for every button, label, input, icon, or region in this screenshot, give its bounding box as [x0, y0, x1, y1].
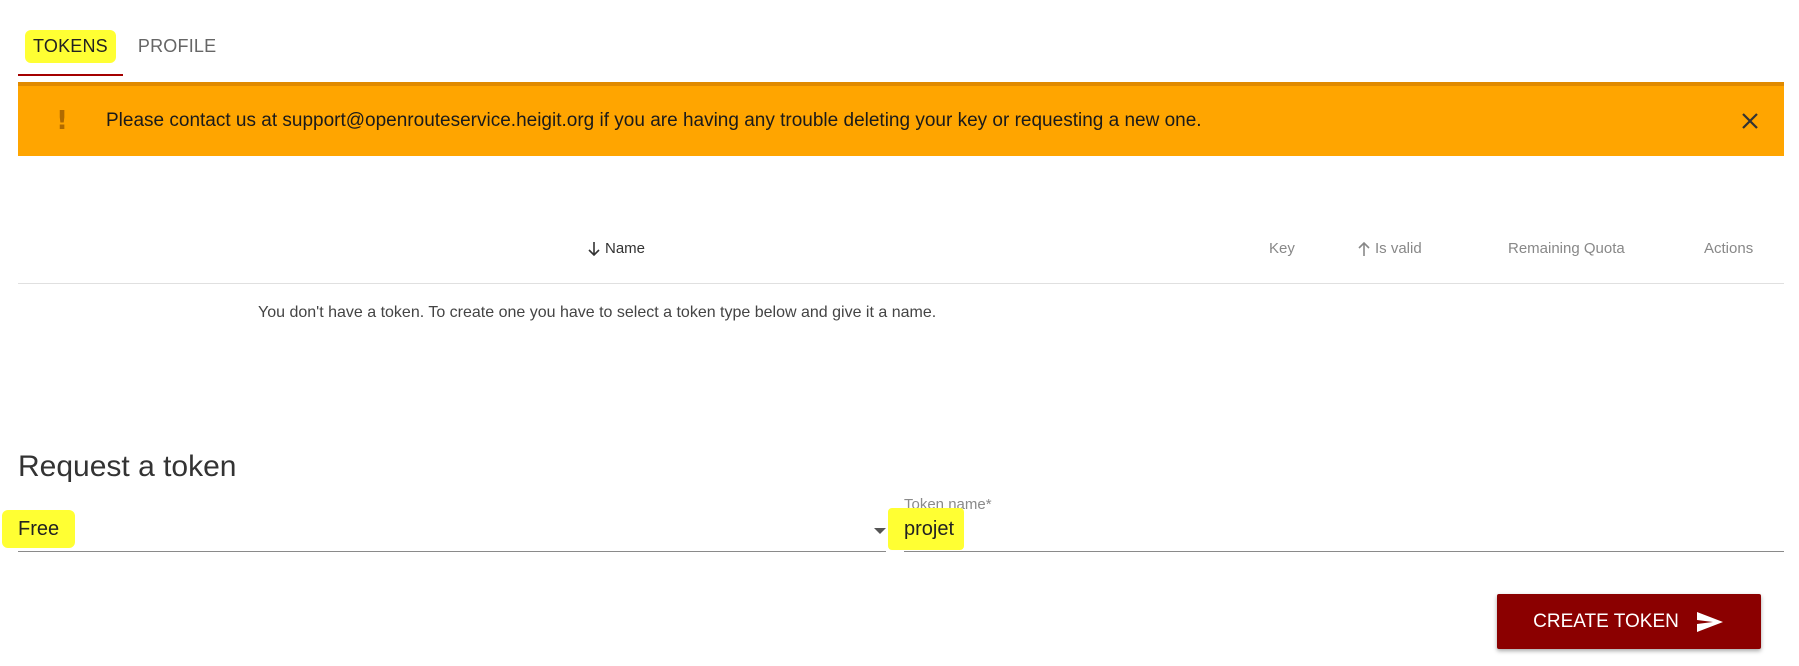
create-token-button[interactable]: CREATE TOKEN [1497, 594, 1761, 649]
column-header-actions: Actions [1704, 240, 1753, 257]
request-token-title: Request a token [18, 450, 237, 483]
column-header-key[interactable]: Key [1269, 240, 1295, 257]
token-type-value: Free [2, 510, 76, 548]
dropdown-arrow-icon [874, 528, 886, 534]
token-name-input[interactable]: projet [888, 508, 965, 550]
warning-banner: ! Please contact us at support@openroute… [18, 82, 1784, 156]
send-icon [1696, 611, 1723, 632]
column-header-remaining-quota-label: Remaining Quota [1508, 240, 1625, 257]
tab-bar: TOKENS PROFILE [18, 22, 231, 76]
tab-tokens-label: TOKENS [25, 30, 116, 63]
exclamation-icon: ! [56, 106, 68, 136]
token-type-select[interactable]: Free [2, 504, 886, 552]
column-header-is-valid[interactable]: Is valid [1357, 240, 1422, 257]
column-header-name[interactable]: Name [587, 240, 645, 257]
banner-message: Please contact us at support@openroutese… [106, 110, 1202, 131]
column-header-is-valid-label: Is valid [1375, 240, 1422, 257]
tab-profile[interactable]: PROFILE [123, 22, 231, 76]
column-header-key-label: Key [1269, 240, 1295, 257]
token-type-value-text: Free [2, 510, 76, 548]
token-table-header: Name Key Is valid Remaining Quota Action… [18, 226, 1784, 284]
column-header-actions-label: Actions [1704, 240, 1754, 257]
empty-table-message: You don't have a token. To create one yo… [258, 304, 937, 321]
create-token-label: CREATE TOKEN [1533, 610, 1679, 632]
tab-tokens[interactable]: TOKENS [18, 22, 123, 76]
token-name-value: projet [888, 508, 965, 550]
token-name-field[interactable]: Token name* projet [888, 496, 1784, 552]
column-header-remaining-quota[interactable]: Remaining Quota [1508, 240, 1625, 257]
arrow-up-icon [1358, 241, 1370, 256]
tab-profile-label: PROFILE [137, 36, 217, 56]
column-header-name-label: Name [605, 240, 646, 257]
arrow-down-icon [588, 241, 600, 256]
close-icon[interactable] [1738, 109, 1762, 133]
